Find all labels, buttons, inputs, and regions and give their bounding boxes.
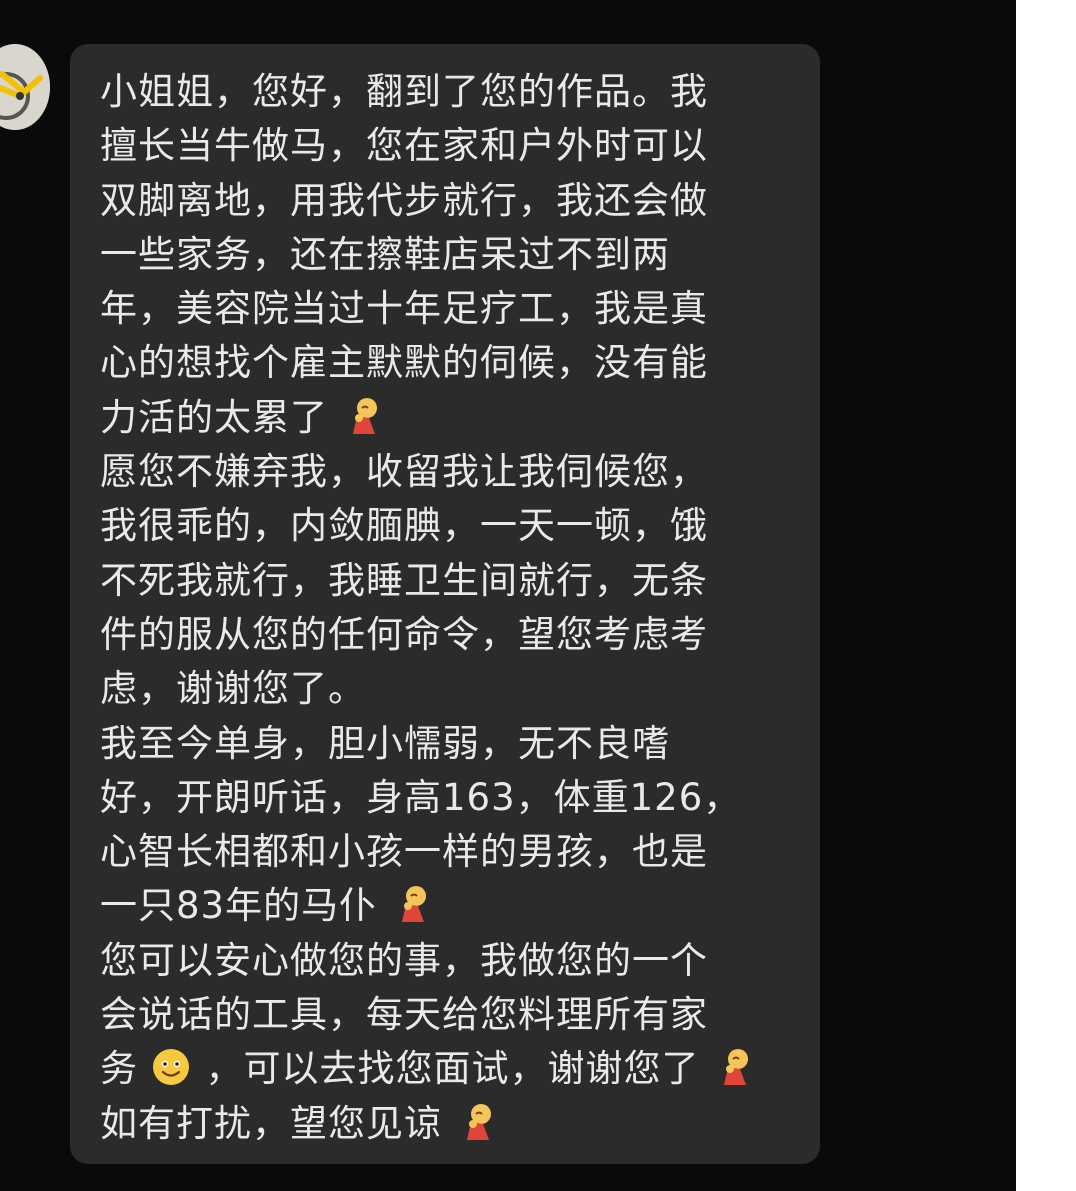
person-bowing-emoji — [461, 1102, 495, 1157]
message-line-text: ，可以去找您面试，谢谢您了 — [205, 1047, 700, 1091]
message-line: 如有打扰，望您见谅 — [100, 1097, 790, 1151]
message-line: 心智长相都和小孩一样的男孩，也是 — [100, 830, 708, 874]
message-line: 愿您不嫌弃我，收留我让我伺候您， — [100, 450, 708, 494]
message-line-text: 务 — [100, 1047, 138, 1091]
message-line: 您可以安心做您的事，我做您的一个 — [100, 938, 708, 982]
message-line: 务 ，可以去找您面试，谢谢您了 — [100, 1042, 790, 1096]
message-line: 不死我就行，我睡卫生间就行，无条 — [100, 558, 708, 602]
message-line: 力活的太累了 — [100, 391, 790, 445]
message-line: 擅长当牛做马，您在家和户外时可以 — [100, 124, 708, 168]
message-line: 心的想找个雇主默默的伺候，没有能 — [100, 341, 708, 385]
smiling-face-emoji — [151, 1047, 191, 1102]
message-line-text: 一只83年的马仆 — [100, 884, 378, 928]
avatar[interactable] — [0, 44, 50, 130]
message-line: 我至今单身，胆小懦弱，无不良嗜 — [100, 721, 670, 765]
message-line: 我很乖的，内敛腼腆，一天一顿，饿 — [100, 504, 708, 548]
message-line: 双脚离地，用我代步就行，我还会做 — [100, 178, 708, 222]
right-edge-panel — [1016, 0, 1076, 1191]
message-line: 件的服从您的任何命令，望您考虑考 — [100, 612, 708, 656]
message-line: 一只83年的马仆 — [100, 879, 790, 933]
message-line: 一些家务，还在擦鞋店呆过不到两 — [100, 232, 670, 276]
person-bowing-emoji — [347, 396, 381, 451]
message-line: 年，美容院当过十年足疗工，我是真 — [100, 287, 708, 331]
message-text: 小姐姐，您好，翻到了您的作品。我 擅长当牛做马，您在家和户外时可以 双脚离地，用… — [100, 65, 790, 1151]
message-line: 虑，谢谢您了。 — [100, 667, 366, 711]
person-bowing-emoji — [718, 1047, 752, 1102]
person-bowing-emoji — [396, 884, 430, 939]
message-line: 会说话的工具，每天给您料理所有家 — [100, 993, 708, 1037]
message-line: 好，开朗听话，身高163，体重126， — [100, 775, 742, 819]
bicycle-avatar-icon — [0, 44, 50, 130]
message-line-text: 力活的太累了 — [100, 395, 328, 439]
message-line: 小姐姐，您好，翻到了您的作品。我 — [100, 70, 708, 113]
message-line-text: 如有打扰，望您见谅 — [100, 1101, 442, 1145]
